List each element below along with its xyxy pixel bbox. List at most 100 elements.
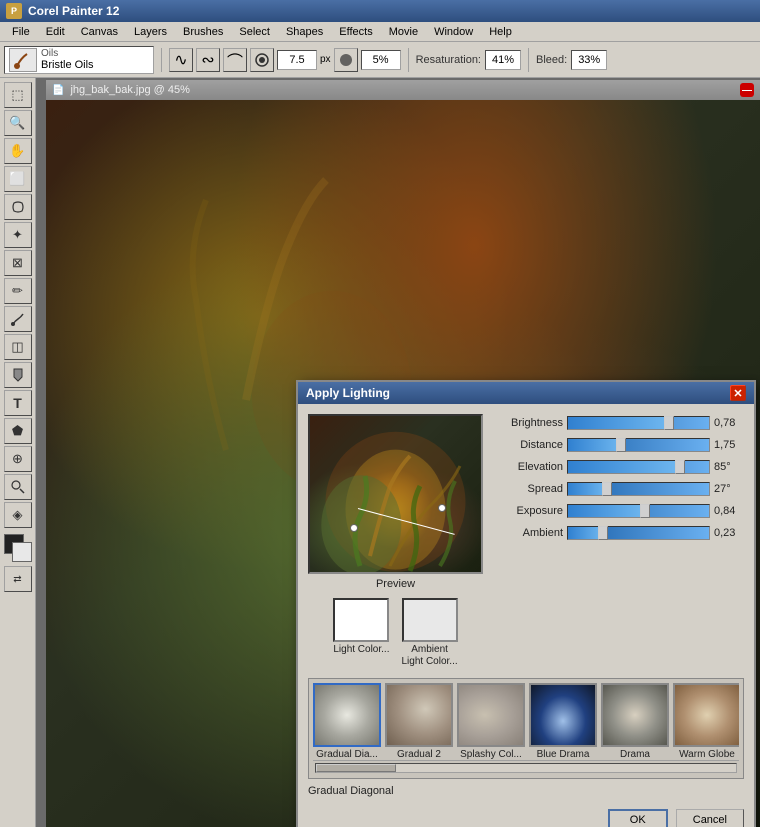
pen-tool[interactable]: ✏ bbox=[4, 278, 32, 304]
zoom-tool[interactable]: 🔍 bbox=[4, 110, 32, 136]
ambient-thumb[interactable] bbox=[598, 526, 608, 540]
menu-effects[interactable]: Effects bbox=[331, 24, 380, 40]
thumb-texture-gradual-dia bbox=[315, 685, 379, 745]
elevation-value: 85° bbox=[714, 461, 744, 473]
thumbnail-img-drama[interactable] bbox=[601, 683, 669, 747]
elevation-thumb[interactable] bbox=[675, 460, 685, 474]
light-color-label[interactable]: Light Color... bbox=[333, 644, 389, 656]
thumbnail-img-gradual-dia[interactable] bbox=[313, 683, 381, 747]
app-title: Corel Painter 12 bbox=[28, 4, 119, 18]
rubber-stamp-tool[interactable]: ◈ bbox=[4, 502, 32, 528]
size-spinbox[interactable]: 7.5 bbox=[277, 50, 317, 70]
canvas-content[interactable]: Apply Lighting ✕ bbox=[46, 100, 760, 827]
canvas-area: 📄 jhg_bak_bak.jpg @ 45% — bbox=[36, 78, 760, 827]
bleed-value[interactable]: 33% bbox=[571, 50, 607, 70]
hand-tool[interactable]: ✋ bbox=[4, 138, 32, 164]
menu-shapes[interactable]: Shapes bbox=[278, 24, 331, 40]
brush-selector[interactable]: Oils Bristle Oils bbox=[4, 46, 154, 74]
resaturation-label: Resaturation: bbox=[416, 54, 481, 66]
thumbnail-scroll-thumb[interactable] bbox=[316, 764, 396, 772]
menu-movie[interactable]: Movie bbox=[381, 24, 426, 40]
thumbnail-img-warm-globe[interactable] bbox=[673, 683, 739, 747]
swap-colors-btn[interactable]: ⇄ bbox=[4, 566, 32, 592]
color-section bbox=[4, 534, 32, 562]
preview-target-dot[interactable] bbox=[350, 524, 358, 532]
thumbnail-gradual-dia[interactable]: Gradual Dia... bbox=[313, 683, 381, 760]
dialog-top-section: Preview Light Color... Ambi bbox=[308, 414, 744, 668]
clone-tool[interactable] bbox=[4, 474, 32, 500]
ok-button[interactable]: OK bbox=[608, 809, 668, 827]
thumb-texture-blue-drama bbox=[531, 685, 595, 745]
thumbnail-warm-globe[interactable]: Warm Globe bbox=[673, 683, 739, 760]
thumbnail-splashy[interactable]: Splashy Col... bbox=[457, 683, 525, 760]
distance-row: Distance 1,75 bbox=[493, 436, 744, 454]
brush-shape-btn-4[interactable] bbox=[250, 48, 274, 72]
eraser-tool[interactable]: ◫ bbox=[4, 334, 32, 360]
brightness-label: Brightness bbox=[493, 417, 563, 429]
spread-track[interactable] bbox=[567, 482, 710, 496]
menu-layers[interactable]: Layers bbox=[126, 24, 175, 40]
dialog-close-btn[interactable]: ✕ bbox=[730, 385, 746, 401]
brush-shape-btn-2[interactable]: ∾ bbox=[196, 48, 220, 72]
rectangle-tool[interactable]: ⬜ bbox=[4, 166, 32, 192]
menu-brushes[interactable]: Brushes bbox=[175, 24, 231, 40]
thumbnail-scrollbar[interactable] bbox=[313, 760, 739, 774]
text-tool[interactable]: T bbox=[4, 390, 32, 416]
thumbnail-img-blue-drama[interactable] bbox=[529, 683, 597, 747]
background-color[interactable] bbox=[12, 542, 32, 562]
ambient-color-swatch[interactable] bbox=[402, 598, 458, 642]
exposure-value: 0,84 bbox=[714, 505, 744, 517]
doc-close-btn[interactable]: — bbox=[740, 83, 754, 97]
paint-bucket-tool[interactable] bbox=[4, 362, 32, 388]
color-selector[interactable] bbox=[4, 534, 32, 562]
crop-tool[interactable]: ⊠ bbox=[4, 250, 32, 276]
brush-shape-btn-3[interactable]: ⌒ bbox=[223, 48, 247, 72]
ambient-track[interactable] bbox=[567, 526, 710, 540]
distance-thumb[interactable] bbox=[616, 438, 626, 452]
menu-edit[interactable]: Edit bbox=[38, 24, 73, 40]
thumbnails-section: Gradual Dia... Gradual 2 bbox=[308, 678, 744, 779]
spread-thumb[interactable] bbox=[602, 482, 612, 496]
distance-track[interactable] bbox=[567, 438, 710, 452]
magic-wand-tool[interactable]: ✦ bbox=[4, 222, 32, 248]
exposure-thumb[interactable] bbox=[640, 504, 650, 518]
resaturation-value[interactable]: 41% bbox=[485, 50, 521, 70]
cancel-button[interactable]: Cancel bbox=[676, 809, 744, 827]
document-titlebar: 📄 jhg_bak_bak.jpg @ 45% — bbox=[46, 80, 760, 100]
thumbnail-scroll-track[interactable] bbox=[315, 763, 737, 773]
brush-shape-btn-1[interactable]: ∿ bbox=[169, 48, 193, 72]
shape-tool[interactable]: ⬟ bbox=[4, 418, 32, 444]
elevation-track[interactable] bbox=[567, 460, 710, 474]
thumbnail-img-splashy[interactable] bbox=[457, 683, 525, 747]
menu-help[interactable]: Help bbox=[481, 24, 520, 40]
toolbox: ⬚ 🔍 ✋ ⬜ ✦ ⊠ ✏ ◫ T ⬟ ⊕ ◈ ⇄ bbox=[0, 78, 36, 827]
menu-file[interactable]: File bbox=[4, 24, 38, 40]
opacity-spinbox[interactable]: 5% bbox=[361, 50, 401, 70]
thumbnail-blue-drama[interactable]: Blue Drama bbox=[529, 683, 597, 760]
menu-window[interactable]: Window bbox=[426, 24, 481, 40]
thumbnail-drama[interactable]: Drama bbox=[601, 683, 669, 760]
brush-name: Bristle Oils bbox=[41, 59, 94, 71]
menu-canvas[interactable]: Canvas bbox=[73, 24, 126, 40]
document-title: jhg_bak_bak.jpg @ 45% bbox=[70, 84, 189, 96]
thumbnail-img-gradual2[interactable] bbox=[385, 683, 453, 747]
thumb-texture-drama bbox=[603, 685, 667, 745]
dialog-titlebar: Apply Lighting ✕ bbox=[298, 382, 754, 404]
distance-label: Distance bbox=[493, 439, 563, 451]
brightness-track[interactable] bbox=[567, 416, 710, 430]
menu-select[interactable]: Select bbox=[231, 24, 278, 40]
brightness-thumb[interactable] bbox=[664, 416, 674, 430]
ambient-value: 0,23 bbox=[714, 527, 744, 539]
thumbnail-label-drama: Drama bbox=[620, 749, 650, 760]
preview-light-dot[interactable] bbox=[438, 504, 446, 512]
selection-tool[interactable]: ⬚ bbox=[4, 82, 32, 108]
distance-fill bbox=[568, 439, 622, 451]
transform-tool[interactable]: ⊕ bbox=[4, 446, 32, 472]
toolbar: Oils Bristle Oils ∿ ∾ ⌒ 7.5 px 5% Resatu… bbox=[0, 42, 760, 78]
lasso-tool[interactable] bbox=[4, 194, 32, 220]
separator-1 bbox=[161, 48, 162, 72]
brush-tool[interactable] bbox=[4, 306, 32, 332]
thumbnail-gradual2[interactable]: Gradual 2 bbox=[385, 683, 453, 760]
exposure-track[interactable] bbox=[567, 504, 710, 518]
light-color-swatch[interactable] bbox=[333, 598, 389, 642]
